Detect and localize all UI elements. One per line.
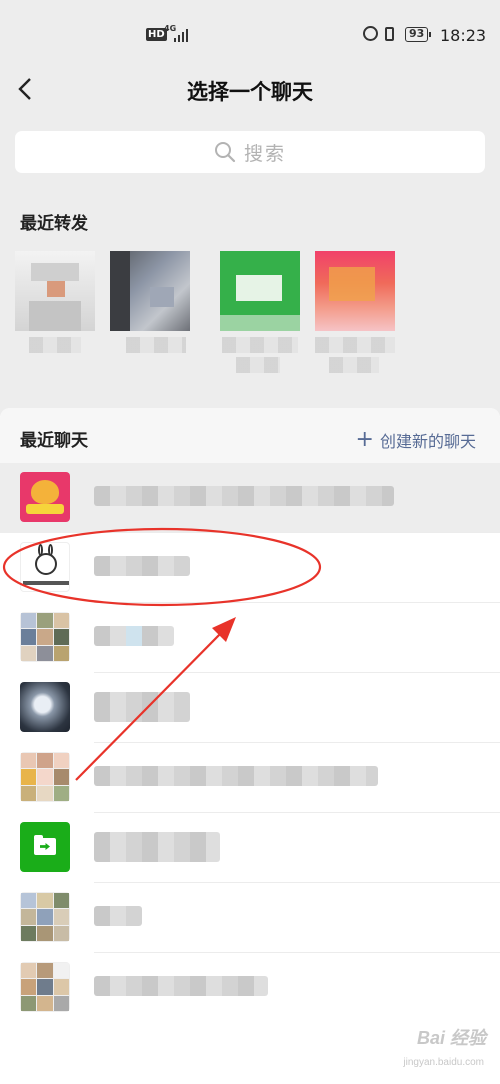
blurred-chat-name (94, 556, 190, 576)
recent-chats-title: 最近聊天 (20, 431, 88, 451)
blurred-chat-name (94, 976, 268, 996)
recent-forward-item[interactable] (15, 251, 95, 353)
blurred-chat-name (94, 766, 378, 786)
create-new-chat-button[interactable]: + 创建新的聊天 (356, 428, 476, 452)
blurred-chat-name (94, 486, 394, 506)
group-photo-grid-avatar (20, 612, 70, 662)
blurred-chat-name (94, 832, 220, 862)
recent-forward-title: 最近转发 (20, 214, 88, 234)
alarm-icon (363, 26, 378, 41)
blurred-name (222, 337, 298, 353)
rabbit-cartoon-avatar (20, 542, 70, 592)
chat-row[interactable] (0, 743, 500, 813)
recent-forward-item[interactable] (220, 251, 300, 373)
chat-row[interactable] (0, 673, 500, 743)
group-photo-grid-avatar (20, 892, 70, 942)
chat-row[interactable] (0, 463, 500, 533)
chat-row[interactable] (0, 533, 500, 603)
file-transfer-icon (20, 822, 70, 872)
status-bar: HD 4G 93 18:23 (0, 0, 500, 60)
blurred-avatar (110, 251, 190, 331)
search-placeholder: 搜索 (243, 142, 286, 165)
blurred-avatar (15, 251, 95, 331)
blurred-name (315, 337, 395, 353)
dark-photo-avatar (20, 682, 70, 732)
blurred-avatar (220, 251, 300, 331)
create-new-chat-label: 创建新的聊天 (379, 432, 476, 451)
group-photo-grid-avatar (20, 962, 70, 1012)
chat-row[interactable] (0, 953, 500, 1023)
blurred-name (29, 337, 81, 353)
blurred-avatar (315, 251, 395, 331)
recent-forward-item[interactable] (110, 251, 190, 353)
search-icon (214, 142, 236, 163)
search-input[interactable]: 搜索 (15, 131, 485, 173)
screen: HD 4G 93 18:23 选择一个聊天 搜索 最近转发 最近聊天 + 创建新… (0, 0, 500, 1084)
cat-cartoon-avatar (20, 472, 70, 522)
chat-row[interactable] (0, 813, 500, 883)
recent-forward-item[interactable] (315, 251, 395, 373)
chat-row[interactable] (0, 883, 500, 953)
page-title: 选择一个聊天 (187, 80, 313, 104)
vibrate-icon (385, 27, 394, 41)
watermark-url: jingyan.baidu.com (403, 1057, 484, 1068)
chat-row[interactable] (0, 603, 500, 673)
group-photo-grid-avatar (20, 752, 70, 802)
plus-icon: + (355, 427, 374, 452)
watermark-logo: Bai 经验 (416, 1028, 486, 1048)
blurred-name (126, 337, 186, 353)
blurred-chat-name (94, 692, 190, 722)
clock: 18:23 (440, 26, 487, 45)
blurred-chat-name (94, 906, 142, 926)
blurred-name (329, 357, 379, 373)
signal-icon (174, 28, 188, 42)
blurred-name (236, 357, 280, 373)
battery-indicator: 93 (405, 27, 432, 42)
blurred-chat-name (94, 626, 174, 646)
